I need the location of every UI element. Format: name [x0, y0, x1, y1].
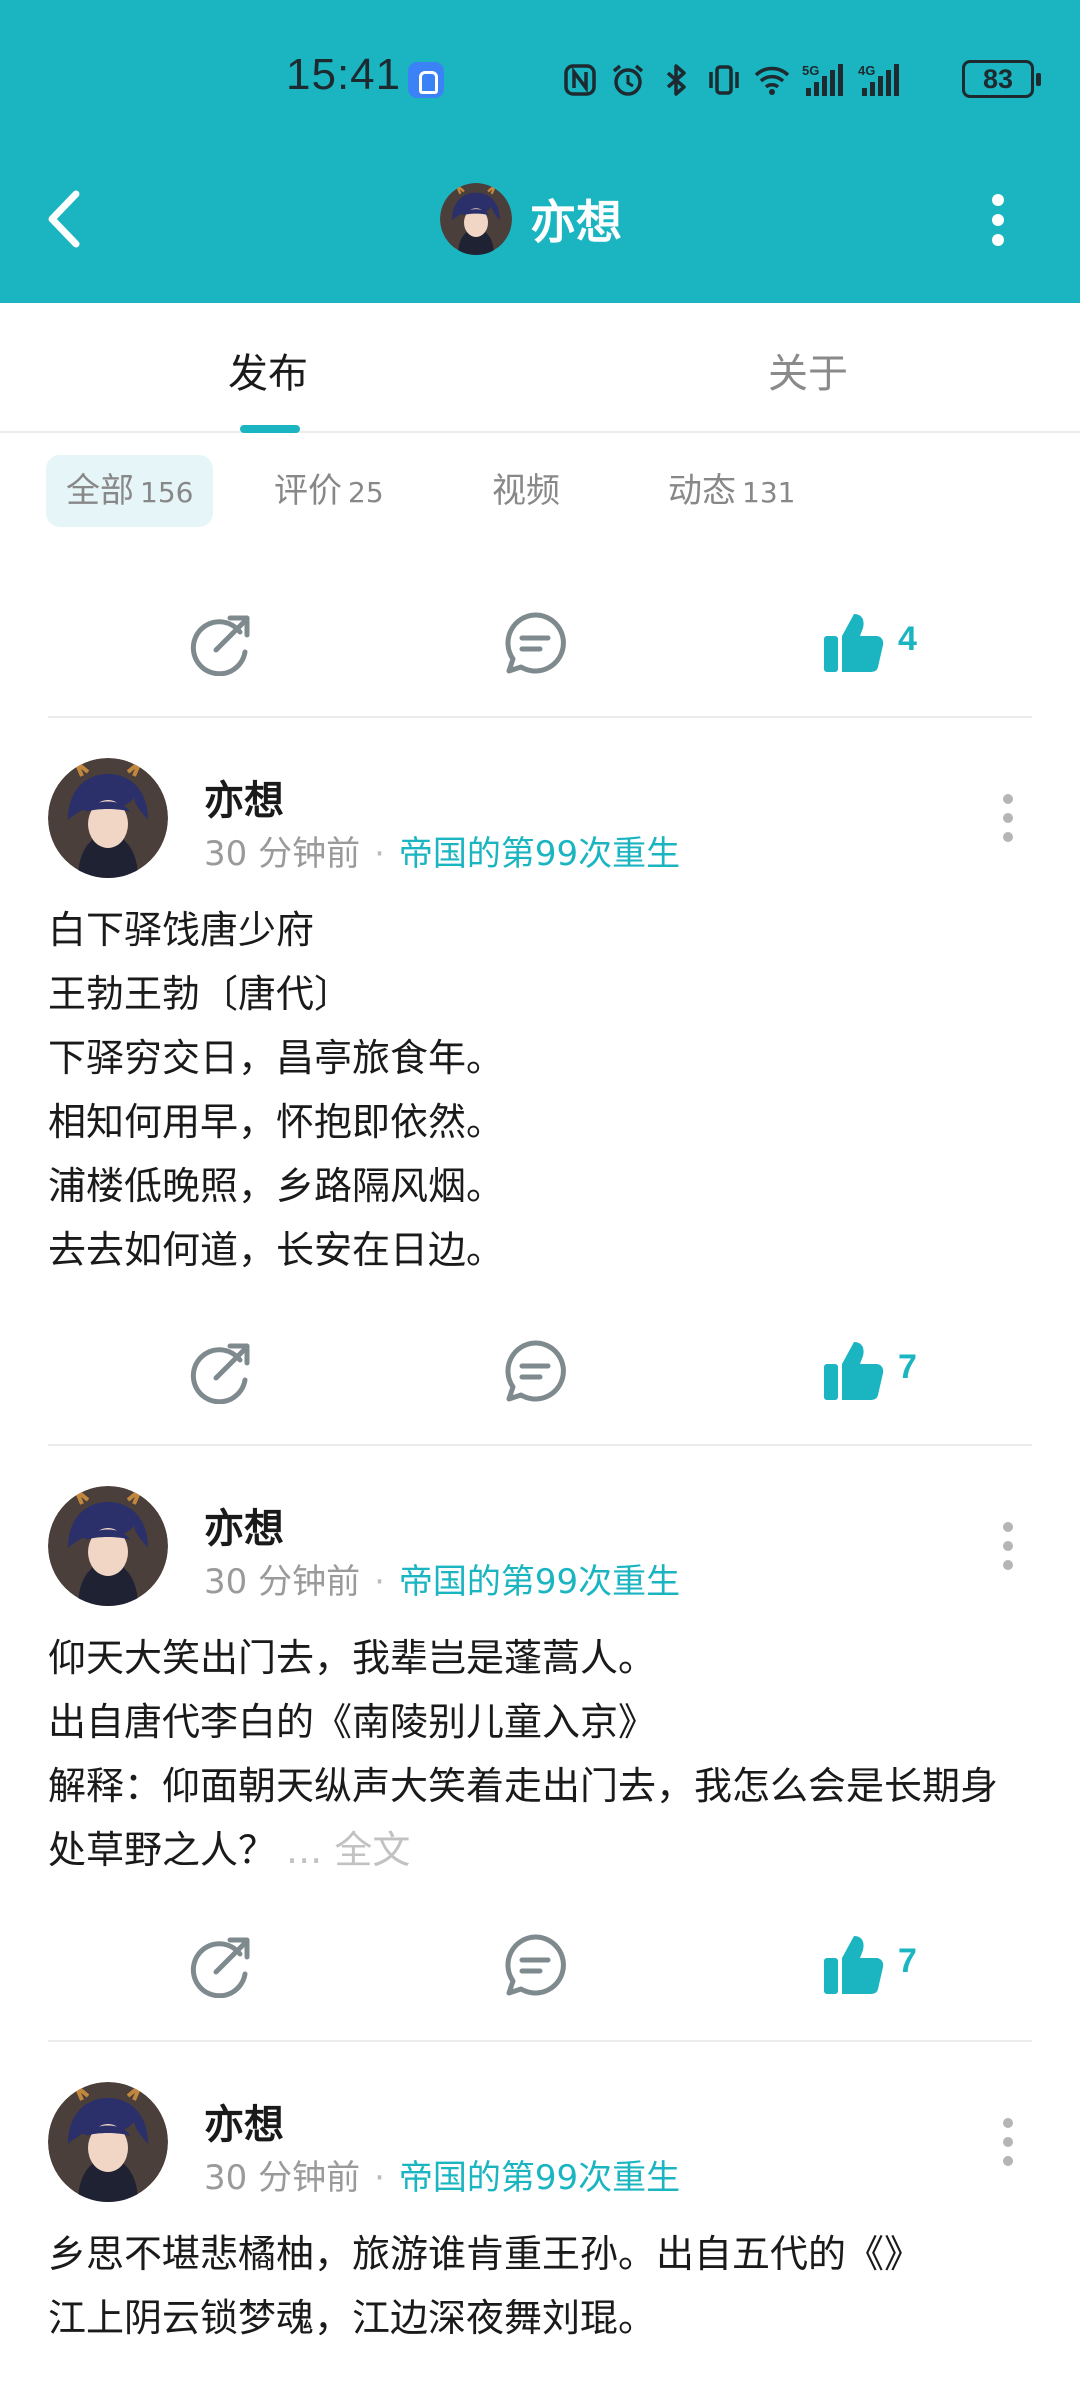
page-title: 亦想: [530, 195, 622, 249]
filter-count: 131: [742, 476, 796, 509]
post-actions: 7: [0, 1922, 1080, 2012]
status-bar: 15:41 5G 4G 83: [0, 0, 1080, 160]
post-line: 王勃王勃〔唐代〕: [48, 972, 353, 1016]
vibrate-icon: [709, 65, 739, 95]
post-source-link[interactable]: 帝国的第99次重生: [399, 2158, 680, 2198]
tab-about[interactable]: 关于: [768, 341, 848, 399]
post-line: 出自唐代李白的《南陵别儿童入京》: [48, 1700, 657, 1744]
divider: [48, 716, 1032, 718]
post-line: 下驿穷交日，昌亭旅食年。: [48, 1036, 505, 1080]
post-meta: 30 分钟前 · 帝国的第99次重生: [204, 1562, 681, 1602]
nfc-icon: [564, 64, 596, 96]
share-icon[interactable]: [190, 610, 256, 676]
profile-title[interactable]: 亦想: [440, 182, 622, 256]
filter-updates[interactable]: 动态 131: [668, 455, 795, 527]
avatar[interactable]: [48, 1486, 168, 1606]
post-time: 30 分钟前: [204, 834, 361, 874]
avatar[interactable]: [48, 2082, 168, 2202]
filter-count: 25: [348, 476, 384, 509]
app-badge-icon: [408, 62, 444, 98]
filter-label: 全部: [66, 471, 134, 511]
post-line: 去去如何道，长安在日边。: [48, 1228, 505, 1272]
like-count: 7: [898, 1348, 917, 1386]
avatar[interactable]: [48, 758, 168, 878]
filter-reviews[interactable]: 评价 25: [274, 455, 384, 527]
tab-posts[interactable]: 发布: [228, 341, 308, 399]
post-actions: 7: [0, 1328, 1080, 1418]
post-more-icon[interactable]: [1000, 790, 1016, 846]
svg-text:5G: 5G: [802, 63, 819, 78]
like-icon[interactable]: [820, 1338, 886, 1404]
filter-label: 评价: [274, 471, 342, 511]
filter-bar: 全部 156 评价 25 视频 动态 131: [0, 435, 1080, 550]
bluetooth-icon: [666, 64, 686, 96]
post-line: 解释：仰面朝天纵声大笑着走出门去，我怎么会是长期身处草野之人？... 全文: [48, 1754, 1032, 1882]
post-line: 江上阴云锁梦魂，江边深夜舞刘琨。: [48, 2296, 657, 2340]
post-line: 白下驿饯唐少府: [48, 908, 315, 952]
signal-5g-icon: 5G: [802, 63, 843, 96]
comment-icon[interactable]: [502, 1932, 568, 1998]
filter-videos[interactable]: 视频: [492, 455, 560, 527]
back-arrow-icon[interactable]: [40, 184, 90, 254]
post-body[interactable]: 乡思不堪悲橘柚，旅游谁肯重王孙。出自五代的《》 江上阴云锁梦魂，江边深夜舞刘琨。: [48, 2222, 1032, 2350]
like-icon[interactable]: [820, 610, 886, 676]
post-line: 浦楼低晚照，乡路隔风烟。: [48, 1164, 505, 1208]
status-icons: 5G 4G: [562, 56, 902, 104]
post-time: 30 分钟前: [204, 2158, 361, 2198]
post-meta: 30 分钟前 · 帝国的第99次重生: [204, 2158, 681, 2198]
like-icon[interactable]: [820, 1932, 886, 1998]
avatar: [440, 183, 512, 255]
tab-bar: 发布 关于: [0, 303, 1080, 433]
post-body[interactable]: 白下驿饯唐少府 王勃王勃〔唐代〕 下驿穷交日，昌亭旅食年。 相知何用早，怀抱即依…: [48, 898, 1032, 1282]
post-line: 相知何用早，怀抱即依然。: [48, 1100, 505, 1144]
filter-label: 动态: [668, 471, 736, 511]
post-more-icon[interactable]: [1000, 2114, 1016, 2170]
post-author[interactable]: 亦想: [204, 1496, 284, 1554]
post-meta: 30 分钟前 · 帝国的第99次重生: [204, 834, 681, 874]
post-time: 30 分钟前: [204, 1562, 361, 1602]
post-author[interactable]: 亦想: [204, 2092, 284, 2150]
post-line: 仰天大笑出门去，我辈岂是蓬蒿人。: [48, 1636, 657, 1680]
wifi-icon: [754, 66, 790, 95]
like-count: 7: [898, 1942, 917, 1980]
read-more-link[interactable]: ... 全文: [286, 1828, 410, 1872]
alarm-icon: [612, 64, 644, 96]
post-explanation: 解释：仰面朝天纵声大笑着走出门去，我怎么会是长期身处草野之人？: [48, 1764, 999, 1872]
share-icon[interactable]: [190, 1932, 256, 1998]
filter-label: 视频: [492, 471, 560, 511]
more-options-icon[interactable]: [990, 190, 1006, 250]
divider: [48, 2040, 1032, 2042]
filter-count: 156: [140, 476, 194, 509]
post-source-link[interactable]: 帝国的第99次重生: [399, 834, 680, 874]
share-icon[interactable]: [190, 1338, 256, 1404]
comment-icon[interactable]: [502, 1338, 568, 1404]
post-feed[interactable]: 4 亦想 30 分钟前 · 帝国的第99次重生 白下驿饯唐少府 王勃王勃〔唐代〕 下…: [0, 550, 1080, 2400]
post-author[interactable]: 亦想: [204, 768, 284, 826]
signal-4g-icon: 4G: [858, 63, 899, 96]
divider: [48, 1444, 1032, 1446]
svg-text:4G: 4G: [858, 63, 875, 78]
post-line: 乡思不堪悲橘柚，旅游谁肯重王孙。出自五代的《》: [48, 2232, 923, 2276]
battery-icon: 83: [962, 60, 1041, 98]
post-source-link[interactable]: 帝国的第99次重生: [399, 1562, 680, 1602]
status-time: 15:41: [286, 50, 402, 99]
post-body[interactable]: 仰天大笑出门去，我辈岂是蓬蒿人。 出自唐代李白的《南陵别儿童入京》 解释：仰面朝…: [48, 1626, 1032, 1882]
post-more-icon[interactable]: [1000, 1518, 1016, 1574]
filter-all[interactable]: 全部 156: [46, 455, 214, 527]
tab-indicator: [240, 425, 300, 433]
like-count: 4: [898, 620, 917, 658]
comment-icon[interactable]: [502, 610, 568, 676]
post-actions: 4: [0, 600, 1080, 690]
app-header: 15:41 5G 4G 83 亦想: [0, 0, 1080, 303]
